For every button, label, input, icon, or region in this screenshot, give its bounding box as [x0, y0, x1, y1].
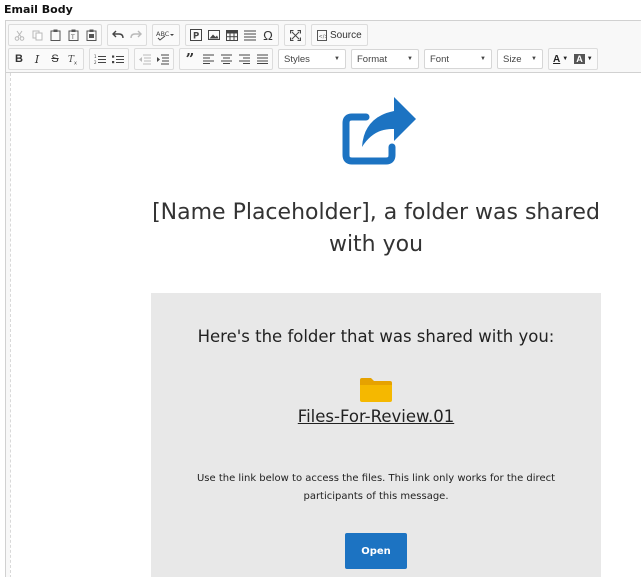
editor-content[interactable]: [Name Placeholder], a folder was shared … — [10, 73, 641, 577]
remove-format-icon[interactable]: Tx — [64, 50, 82, 68]
indent-group — [134, 48, 174, 70]
list-group: 12 — [89, 48, 129, 70]
special-char-icon[interactable]: Ω — [259, 26, 277, 44]
source-icon: </> — [317, 29, 328, 41]
format-label: Format — [357, 53, 388, 65]
background-color-button[interactable]: A ▼ — [571, 50, 595, 68]
text-color-button[interactable]: A ▼ — [550, 50, 571, 68]
styles-label: Styles — [284, 53, 310, 65]
cut-icon[interactable] — [10, 26, 28, 44]
table-icon[interactable] — [223, 26, 241, 44]
outdent-icon[interactable] — [136, 50, 154, 68]
source-button[interactable]: </> Source — [313, 26, 366, 44]
font-dropdown[interactable]: Font ▼ — [424, 49, 492, 69]
chevron-down-icon: ▼ — [562, 56, 569, 62]
source-label: Source — [330, 29, 362, 41]
card-heading: Here's the folder that was shared with y… — [197, 327, 555, 346]
svg-text:2: 2 — [94, 60, 97, 65]
horizontal-line-icon[interactable] — [241, 26, 259, 44]
font-label: Font — [430, 53, 450, 65]
rich-text-editor: T ABC P Ω </> Source B I S T x 1 2 ” Sty… — [5, 20, 641, 577]
chevron-down-icon: ▼ — [586, 56, 593, 62]
toolbar-row-1: T ABC P Ω </> Source — [8, 24, 373, 46]
strikethrough-button[interactable]: S — [46, 50, 64, 68]
indent-icon[interactable] — [154, 50, 172, 68]
paste-icon[interactable] — [46, 26, 64, 44]
editor-toolbar: T ABC P Ω </> Source B I S T x 1 2 ” Sty… — [6, 21, 641, 73]
maximize-icon[interactable] — [286, 26, 304, 44]
folder-icon — [359, 377, 393, 408]
insert-group: P Ω — [185, 24, 279, 46]
paste-text-icon[interactable]: T — [64, 26, 82, 44]
align-center-icon[interactable] — [217, 50, 235, 68]
folder-link[interactable]: Files-For-Review.01 — [151, 407, 601, 426]
share-card: Here's the folder that was shared with y… — [151, 293, 601, 577]
access-note: Use the link below to access the files. … — [196, 473, 556, 502]
undo-icon[interactable] — [109, 26, 127, 44]
maximize-group — [284, 24, 306, 46]
history-group — [107, 24, 147, 46]
italic-button[interactable]: I — [28, 50, 46, 68]
share-icon — [340, 95, 416, 170]
open-button[interactable]: Open — [345, 533, 407, 569]
source-group: </> Source — [311, 24, 368, 46]
svg-text:ABC: ABC — [156, 30, 170, 38]
svg-text:</>: </> — [319, 34, 328, 40]
svg-text:x: x — [74, 61, 77, 66]
paste-word-icon[interactable] — [82, 26, 100, 44]
redo-icon[interactable] — [127, 26, 145, 44]
svg-text:1: 1 — [94, 54, 97, 59]
chevron-down-icon: ▼ — [407, 56, 413, 62]
color-group: A ▼ A ▼ — [548, 48, 598, 70]
text-color-icon: A — [553, 53, 561, 65]
svg-text:P: P — [193, 32, 199, 42]
placeholder-icon[interactable]: P — [187, 26, 205, 44]
background-color-icon: A — [574, 54, 585, 64]
svg-text:T: T — [70, 34, 75, 41]
chevron-down-icon: ▼ — [334, 56, 340, 62]
format-dropdown[interactable]: Format ▼ — [351, 49, 419, 69]
paragraph-group: ” — [179, 48, 273, 70]
spellcheck-group: ABC — [152, 24, 180, 46]
size-label: Size — [503, 53, 522, 65]
styles-dropdown[interactable]: Styles ▼ — [278, 49, 346, 69]
justify-icon[interactable] — [253, 50, 271, 68]
bold-button[interactable]: B — [10, 50, 28, 68]
spellcheck-icon[interactable]: ABC — [154, 26, 178, 44]
bulleted-list-icon[interactable] — [109, 50, 127, 68]
numbered-list-icon[interactable]: 12 — [91, 50, 109, 68]
email-headline: [Name Placeholder], a folder was shared … — [152, 200, 600, 257]
copy-icon[interactable] — [28, 26, 46, 44]
chevron-down-icon: ▼ — [531, 56, 537, 62]
align-right-icon[interactable] — [235, 50, 253, 68]
toolbar-row-2: B I S Tx 12 ” Styles ▼ Format ▼ Font ▼ S… — [8, 48, 603, 70]
align-left-icon[interactable] — [199, 50, 217, 68]
chevron-down-icon: ▼ — [480, 56, 486, 62]
image-icon[interactable] — [205, 26, 223, 44]
size-dropdown[interactable]: Size ▼ — [497, 49, 543, 69]
blockquote-icon[interactable]: ” — [181, 50, 199, 68]
basic-styles-group: B I S Tx — [8, 48, 84, 70]
clipboard-group: T — [8, 24, 102, 46]
field-label: Email Body — [4, 3, 73, 16]
